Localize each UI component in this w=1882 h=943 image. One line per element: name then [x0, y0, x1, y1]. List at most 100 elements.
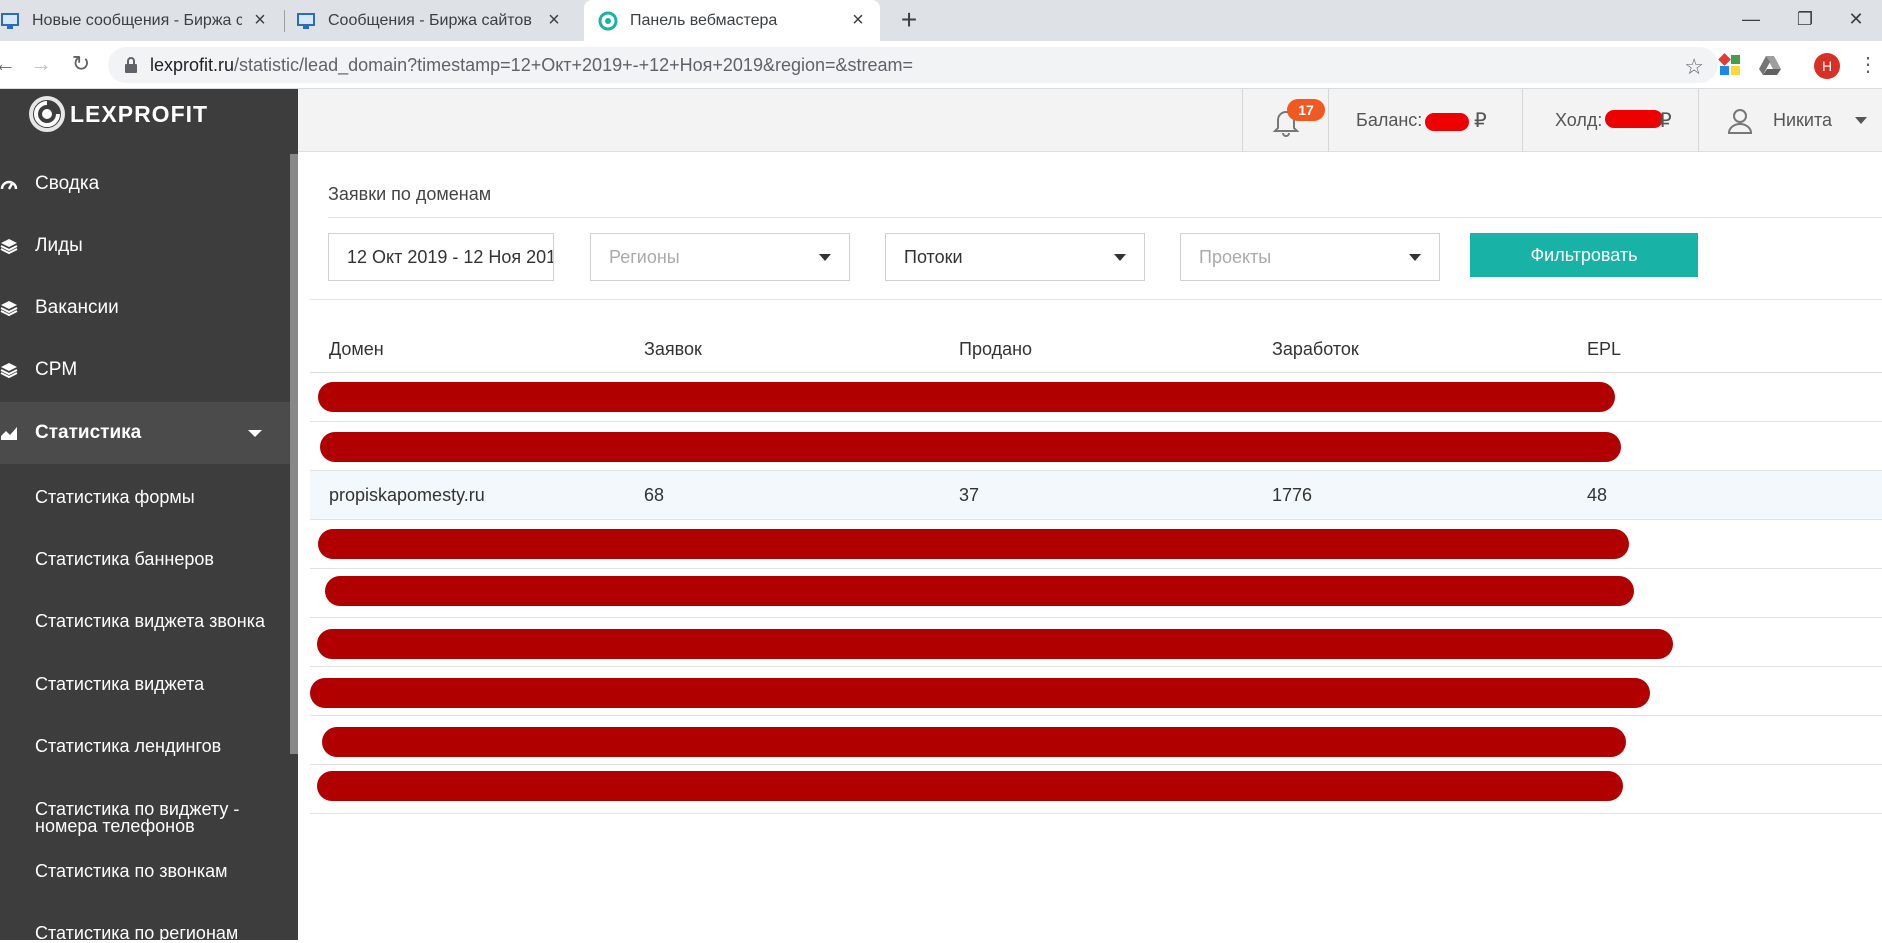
tab-separator — [284, 10, 285, 32]
filter-card: Заявки по доменам 12 Окт 2019 - 12 Ноя 2… — [310, 167, 1882, 300]
balance-label: Баланс: — [1356, 110, 1423, 130]
url-text: lexprofit.ru/statistic/lead_domain?times… — [150, 55, 913, 76]
column-header-epl[interactable]: EPL — [1587, 339, 1621, 360]
profile-avatar[interactable]: Н — [1814, 53, 1840, 79]
chevron-down-icon — [1409, 254, 1421, 261]
table-row — [310, 667, 1882, 716]
sidebar-item-label: Статистика — [35, 422, 142, 443]
browser-tab-bar: Новые сообщения - Биржа сайт × Сообщения… — [0, 0, 1882, 41]
column-header-earnings[interactable]: Заработок — [1272, 339, 1359, 360]
table-row — [310, 520, 1882, 569]
hold-label: Холд: — [1555, 110, 1603, 130]
browser-tab-active[interactable]: Панель вебмастера × — [584, 0, 880, 41]
projects-select[interactable]: Проекты — [1180, 233, 1440, 281]
sidebar-item-label: CPM — [35, 359, 78, 380]
sidebar-item-label: Сводка — [35, 173, 100, 194]
divider — [328, 217, 1882, 218]
cell-sold: 37 — [959, 485, 980, 505]
url-host: lexprofit.ru — [150, 54, 235, 75]
balance-currency: ₽ — [1474, 110, 1487, 132]
bookmark-star-icon[interactable]: ☆ — [1684, 54, 1704, 80]
browser-tab[interactable]: Сообщения - Биржа сайтов и д × — [296, 0, 576, 41]
sidebar-subitem-form-stats[interactable]: Статистика формы — [35, 488, 285, 506]
domains-table: Домен Заявок Продано Заработок EPL propi… — [310, 324, 1882, 814]
column-header-domain[interactable]: Домен — [329, 339, 384, 360]
hold-currency: ₽ — [1659, 110, 1672, 132]
cell-leads: 68 — [644, 485, 665, 505]
close-icon[interactable]: × — [250, 9, 270, 31]
sidebar-scrollbar[interactable] — [290, 154, 298, 754]
close-icon[interactable]: × — [848, 9, 868, 31]
sidebar-subitem-region-stats[interactable]: Статистика по регионам — [35, 924, 285, 942]
table-row: propiskapomesty.ru 68 37 1776 48 — [310, 471, 1882, 520]
sidebar-item-leads[interactable]: Лиды — [0, 215, 290, 277]
row-redaction — [320, 432, 1621, 462]
sidebar-item-cpm[interactable]: CPM — [0, 339, 290, 401]
back-icon[interactable]: ← — [0, 51, 18, 77]
sidebar-item-statistics[interactable]: Статистика — [0, 402, 290, 464]
lock-icon — [125, 57, 137, 73]
cell-epl: 48 — [1587, 485, 1608, 505]
chevron-down-icon — [1114, 254, 1126, 261]
table-row — [310, 765, 1882, 814]
layers-icon — [0, 239, 18, 255]
row-redaction — [310, 678, 1650, 708]
table-row — [310, 618, 1882, 667]
area-chart-icon — [1, 427, 17, 440]
sidebar-subitem-call-stats[interactable]: Статистика по звонкам — [35, 862, 285, 880]
sidebar-item-vacancies[interactable]: Вакансии — [0, 277, 290, 339]
row-redaction — [317, 771, 1623, 801]
chevron-down-icon — [1855, 117, 1867, 124]
logo-mark-icon — [29, 96, 65, 132]
close-icon[interactable]: × — [544, 9, 564, 31]
sidebar-subitem-landing-stats[interactable]: Статистика лендингов — [35, 737, 285, 755]
extension-colorful-icon[interactable] — [1718, 53, 1742, 77]
column-header-leads[interactable]: Заявок — [644, 339, 702, 360]
user-menu[interactable]: Никита — [1698, 89, 1882, 152]
column-header-sold[interactable]: Продано — [959, 339, 1032, 360]
lexprofit-favicon-icon — [598, 11, 618, 30]
regions-select[interactable]: Регионы — [590, 233, 850, 281]
logo[interactable]: LEXPROFIT — [28, 95, 208, 133]
monitor-favicon-icon — [297, 12, 315, 29]
window-close-icon[interactable]: ✕ — [1830, 0, 1882, 38]
row-redaction — [318, 529, 1629, 559]
streams-value: Потоки — [904, 246, 963, 267]
minimize-icon[interactable]: — — [1722, 0, 1780, 38]
streams-select[interactable]: Потоки — [885, 233, 1145, 281]
reload-icon[interactable]: ↻ — [68, 51, 94, 77]
chevron-down-icon[interactable] — [248, 429, 262, 437]
date-range-input[interactable]: 12 Окт 2019 - 12 Ноя 2019 — [328, 233, 554, 281]
table-row — [310, 373, 1882, 422]
layers-icon — [0, 363, 18, 379]
sidebar-subitem-widget-phone-stats[interactable]: Статистика по виджету - номера телефонов — [35, 800, 255, 835]
table-header: Домен Заявок Продано Заработок EPL — [310, 324, 1882, 373]
speedometer-icon — [0, 180, 18, 190]
table-row — [310, 716, 1882, 765]
table-row — [310, 422, 1882, 471]
chevron-down-icon — [819, 254, 831, 261]
cell-domain: propiskapomesty.ru — [329, 485, 485, 505]
more-vert-icon[interactable]: ⋮ — [1858, 53, 1878, 77]
hold-redaction — [1605, 110, 1663, 128]
table-row — [310, 569, 1882, 618]
sidebar-item-label: Вакансии — [35, 297, 119, 318]
sidebar-subitem-widget-stats[interactable]: Статистика виджета — [35, 675, 285, 693]
address-bar[interactable]: lexprofit.ru/statistic/lead_domain?times… — [108, 47, 1718, 83]
forward-icon[interactable]: → — [28, 51, 54, 77]
sidebar-item-summary[interactable]: Сводка — [0, 153, 290, 215]
user-name: Никита — [1773, 110, 1833, 130]
tab-title: Новые сообщения - Биржа сайт — [32, 11, 242, 29]
browser-toolbar: ← → ↻ lexprofit.ru/statistic/lead_domain… — [0, 41, 1882, 89]
app-header: Баланс: ₽ Холд: ₽ Никита — [298, 89, 1882, 152]
browser-tab[interactable]: Новые сообщения - Биржа сайт × — [0, 0, 282, 41]
balance-redaction — [1425, 113, 1469, 131]
new-tab-icon[interactable]: + — [896, 6, 922, 34]
sidebar-subitem-call-widget-stats[interactable]: Статистика виджета звонка — [35, 612, 285, 630]
notification-count-badge: 17 — [1287, 99, 1325, 121]
monitor-favicon-icon — [1, 12, 19, 29]
google-drive-icon[interactable] — [1758, 53, 1782, 77]
filter-button[interactable]: Фильтровать — [1470, 233, 1698, 277]
restore-icon[interactable]: ❐ — [1776, 0, 1834, 38]
sidebar-subitem-banner-stats[interactable]: Статистика баннеров — [35, 550, 285, 568]
